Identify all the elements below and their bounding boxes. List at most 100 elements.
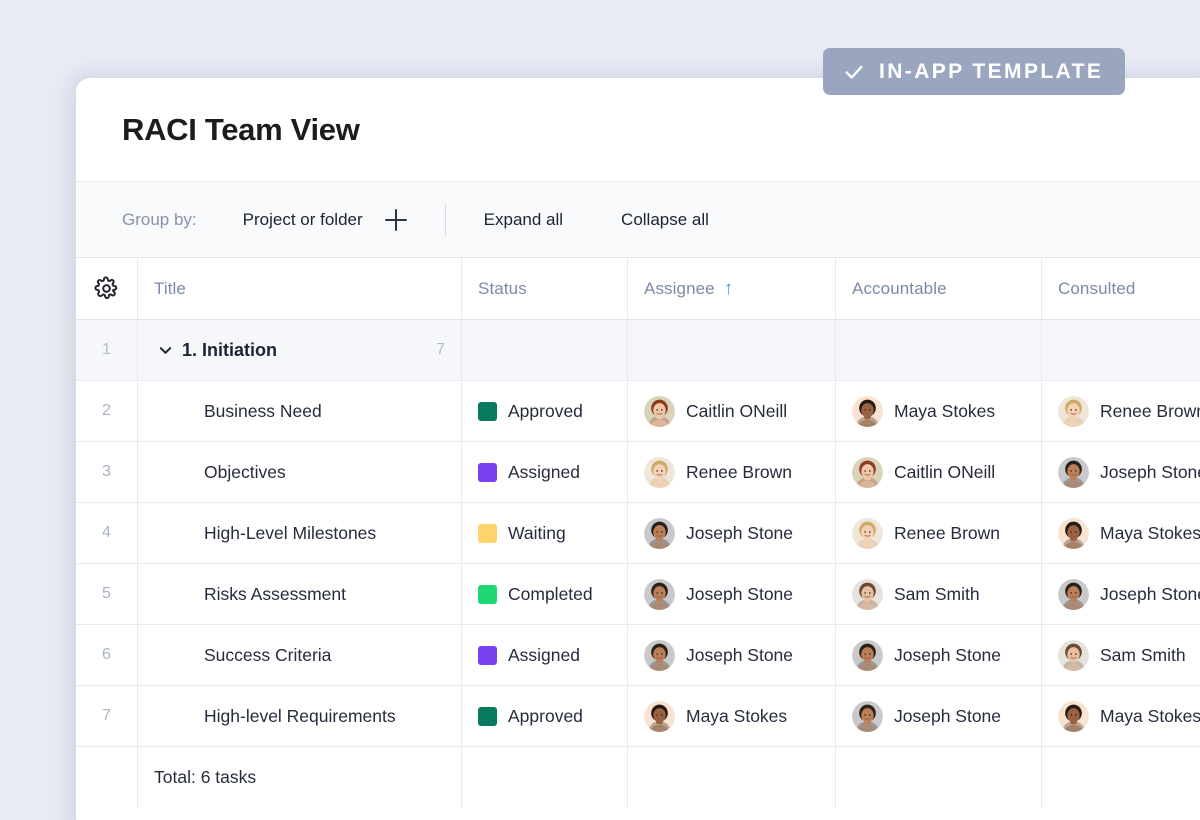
avatar <box>1058 395 1089 427</box>
assignee-cell[interactable]: Caitlin ONeill <box>628 381 836 441</box>
accountable-person[interactable]: Renee Brown <box>852 517 1000 549</box>
assignee-person[interactable]: Joseph Stone <box>644 639 793 671</box>
group-row[interactable]: 1 1. Initiation 7 <box>76 320 1200 381</box>
accountable-cell[interactable]: Joseph Stone <box>836 625 1042 685</box>
task-status-cell[interactable]: Assigned <box>462 442 628 502</box>
consulted-person[interactable]: Renee Brown <box>1058 395 1200 427</box>
status-badge[interactable]: Assigned <box>478 462 580 483</box>
table-row[interactable]: 5 Risks Assessment Completed Joseph Stone Sa… <box>76 564 1200 625</box>
accountable-name: Joseph Stone <box>894 644 1002 665</box>
avatar-image <box>1058 517 1089 549</box>
assignee-person[interactable]: Joseph Stone <box>644 578 793 610</box>
accountable-person[interactable]: Joseph Stone <box>852 700 1001 732</box>
column-header-consulted[interactable]: Consulted <box>1042 258 1200 319</box>
status-badge[interactable]: Approved <box>478 401 583 422</box>
task-title: Objectives <box>204 461 286 482</box>
assignee-person[interactable]: Joseph Stone <box>644 517 793 549</box>
task-status-cell[interactable]: Waiting <box>462 503 628 563</box>
table-row[interactable]: 7 High-level Requirements Approved Maya Sto… <box>76 686 1200 747</box>
consulted-name: Maya Stokes <box>1100 705 1200 726</box>
status-badge[interactable]: Completed <box>478 584 593 605</box>
arrow-up-icon[interactable]: ↑ <box>724 279 734 298</box>
task-title: High-Level Milestones <box>204 522 377 543</box>
accountable-cell[interactable]: Sam Smith <box>836 564 1042 624</box>
assignee-cell[interactable]: Joseph Stone <box>628 564 836 624</box>
assignee-cell[interactable]: Joseph Stone <box>628 625 836 685</box>
task-status-cell[interactable]: Completed <box>462 564 628 624</box>
consulted-cell[interactable]: Joseph Stone <box>1042 564 1200 624</box>
consulted-person[interactable]: Maya Stokes <box>1058 700 1200 732</box>
group-by-value[interactable]: Project or folder <box>243 210 363 230</box>
avatar-image <box>1058 395 1089 427</box>
assignee-name: Renee Brown <box>686 461 793 482</box>
consulted-cell[interactable]: Maya Stokes <box>1042 686 1200 746</box>
consulted-cell[interactable]: Joseph Stone <box>1042 442 1200 502</box>
assignee-person[interactable]: Maya Stokes <box>644 700 787 732</box>
accountable-cell[interactable]: Maya Stokes <box>836 381 1042 441</box>
accountable-person[interactable]: Joseph Stone <box>852 639 1002 671</box>
accountable-person[interactable]: Sam Smith <box>852 578 980 610</box>
assignee-cell[interactable]: Renee Brown <box>628 442 836 502</box>
avatar-image <box>1058 578 1089 610</box>
status-badge[interactable]: Assigned <box>478 645 580 666</box>
column-header-label: Status <box>478 278 527 298</box>
column-header-label: Title <box>154 278 186 298</box>
assignee-cell[interactable]: Joseph Stone <box>628 503 836 563</box>
consulted-person[interactable]: Joseph Stone <box>1058 578 1200 610</box>
row-number: 3 <box>76 442 138 502</box>
group-title-cell[interactable]: 1. Initiation 7 <box>138 320 462 380</box>
status-color-swatch <box>478 584 497 604</box>
row-number: 7 <box>76 686 138 746</box>
consulted-person[interactable]: Joseph Stone <box>1058 456 1200 488</box>
status-badge[interactable]: Approved <box>478 706 583 727</box>
task-status-cell[interactable]: Approved <box>462 381 628 441</box>
total-label-cell: Total: 6 tasks <box>138 747 462 808</box>
expand-all-button[interactable]: Expand all <box>484 210 563 230</box>
avatar <box>852 639 883 671</box>
table-row[interactable]: 4 High-Level Milestones Waiting Joseph Ston… <box>76 503 1200 564</box>
group-by-label: Group by: <box>122 209 197 229</box>
column-header-accountable[interactable]: Accountable <box>836 258 1042 319</box>
task-title-cell[interactable]: Success Criteria <box>138 625 462 685</box>
assignee-person[interactable]: Renee Brown <box>644 456 793 488</box>
table-row[interactable]: 2 Business Need Approved Caitlin ONeill Maya… <box>76 381 1200 442</box>
consulted-cell[interactable]: Maya Stokes <box>1042 503 1200 563</box>
plus-icon[interactable] <box>384 208 407 231</box>
task-status-cell[interactable]: Approved <box>462 686 628 746</box>
task-title-cell[interactable]: Risks Assessment <box>138 564 462 624</box>
status-badge[interactable]: Waiting <box>478 523 566 544</box>
task-title-cell[interactable]: Objectives <box>138 442 462 502</box>
consulted-person[interactable]: Sam Smith <box>1058 639 1186 671</box>
accountable-cell[interactable]: Caitlin ONeill <box>836 442 1042 502</box>
task-title-cell[interactable]: High-level Requirements <box>138 686 462 746</box>
table-row[interactable]: 6 Success Criteria Assigned Joseph Stone Jos… <box>76 625 1200 686</box>
consulted-cell[interactable]: Sam Smith <box>1042 625 1200 685</box>
avatar-image <box>852 395 883 427</box>
assignee-cell[interactable]: Maya Stokes <box>628 686 836 746</box>
chevron-down-icon[interactable] <box>158 343 173 358</box>
column-header-title[interactable]: Title <box>138 258 462 319</box>
collapse-all-button[interactable]: Collapse all <box>621 210 709 230</box>
task-title-cell[interactable]: High-Level Milestones <box>138 503 462 563</box>
column-header-assignee[interactable]: Assignee ↑ <box>628 258 836 319</box>
column-settings-button[interactable] <box>76 258 138 319</box>
page-root: IN-APP TEMPLATE RACI Team View Group by:… <box>0 0 1200 820</box>
task-status-cell[interactable]: Assigned <box>462 625 628 685</box>
accountable-cell[interactable]: Renee Brown <box>836 503 1042 563</box>
consulted-name: Renee Brown <box>1100 400 1200 421</box>
raci-table: Title Status Assignee ↑ Accountable Cons… <box>76 258 1200 808</box>
table-row[interactable]: 3 Objectives Assigned Renee Brown Caitlin ON… <box>76 442 1200 503</box>
status-label: Approved <box>508 400 583 421</box>
avatar-image <box>852 578 883 610</box>
accountable-cell[interactable]: Joseph Stone <box>836 686 1042 746</box>
column-header-status[interactable]: Status <box>462 258 628 319</box>
consulted-cell[interactable]: Renee Brown <box>1042 381 1200 441</box>
status-label: Completed <box>508 583 593 604</box>
consulted-person[interactable]: Maya Stokes <box>1058 517 1200 549</box>
task-title-cell[interactable]: Business Need <box>138 381 462 441</box>
accountable-person[interactable]: Caitlin ONeill <box>852 456 996 488</box>
accountable-name: Caitlin ONeill <box>894 461 996 482</box>
status-color-swatch <box>478 462 497 482</box>
assignee-person[interactable]: Caitlin ONeill <box>644 395 787 427</box>
accountable-person[interactable]: Maya Stokes <box>852 395 995 427</box>
